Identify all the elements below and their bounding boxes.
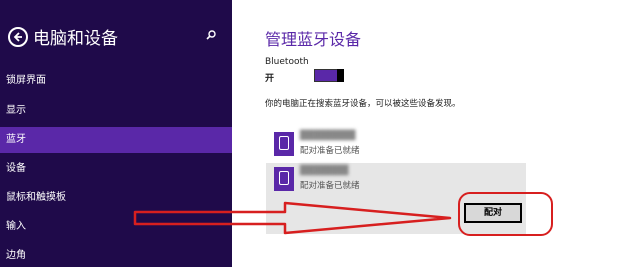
- annotation-highlight: [458, 192, 553, 236]
